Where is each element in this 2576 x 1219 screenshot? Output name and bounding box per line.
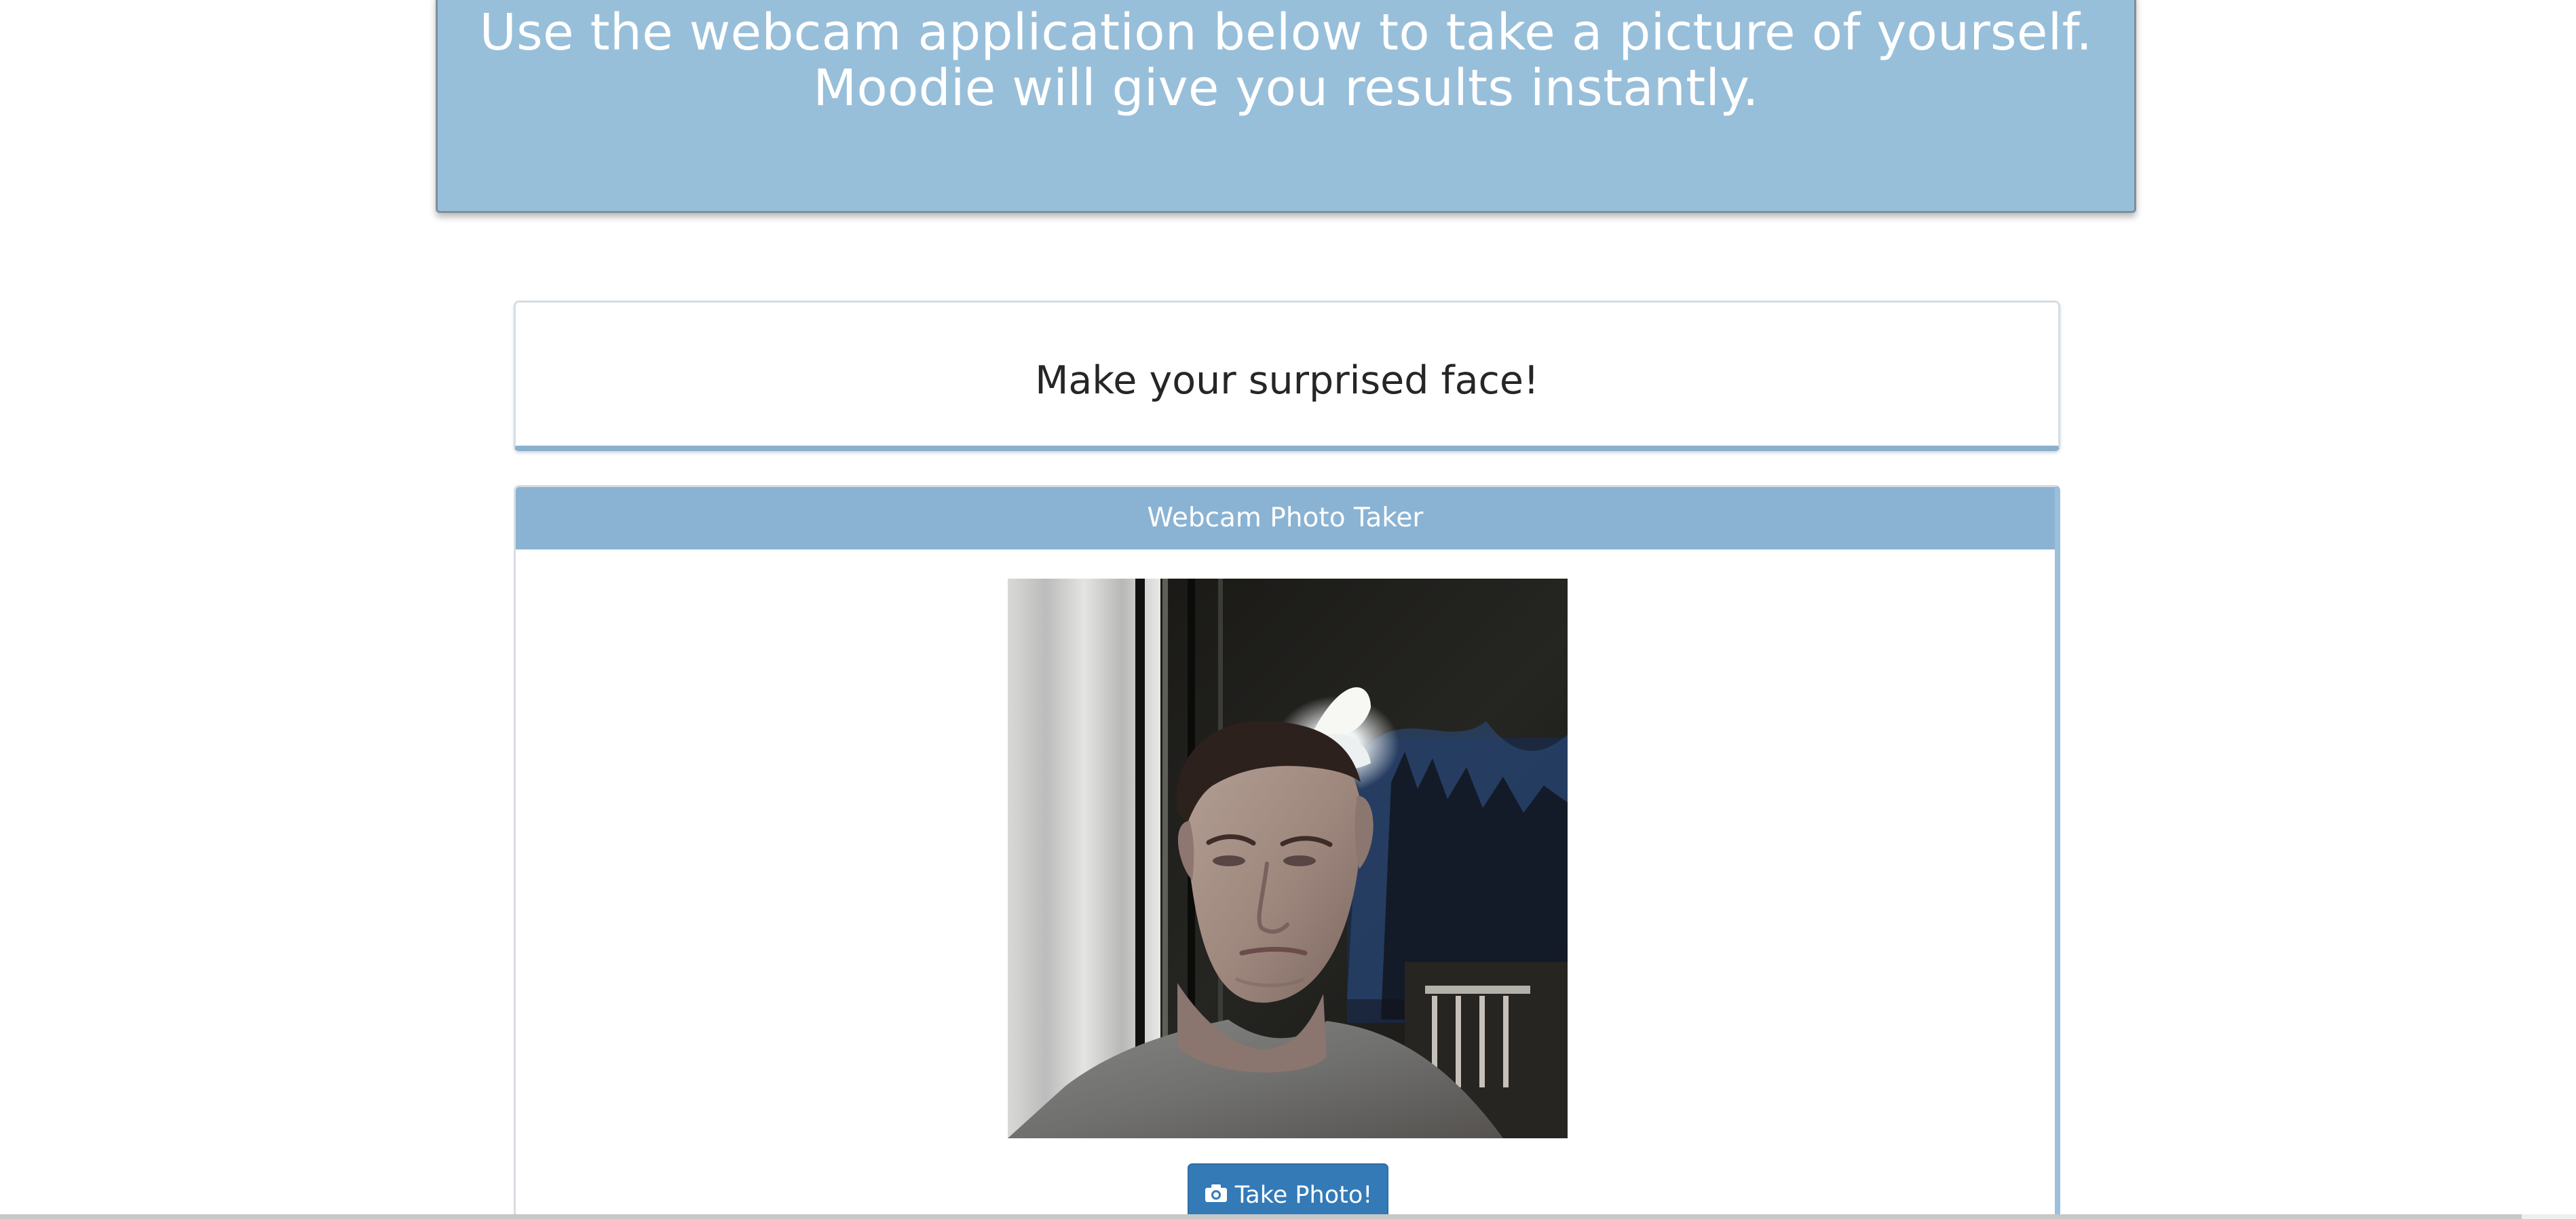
instruction-text: Use the webcam application below to take… — [479, 3, 2093, 117]
webcam-photo-panel: Webcam Photo Taker Take Photo! — [514, 485, 2060, 1219]
take-photo-button[interactable]: Take Photo! — [1188, 1163, 1388, 1219]
webcam-preview — [1008, 579, 1568, 1138]
instruction-banner: Use the webcam application below to take… — [436, 0, 2136, 213]
take-photo-label: Take Photo! — [1234, 1182, 1373, 1209]
horizontal-scrollbar[interactable] — [0, 1214, 2522, 1219]
page: Use the webcam application below to take… — [0, 0, 2576, 1219]
webcam-panel-title: Webcam Photo Taker — [516, 487, 2055, 549]
webcam-preview-image — [1008, 579, 1568, 1138]
emotion-prompt-card: Make your surprised face! — [514, 301, 2060, 451]
scrollbar-track[interactable] — [2522, 1214, 2576, 1219]
camera-icon — [1204, 1165, 1228, 1219]
emotion-prompt-text: Make your surprised face! — [1035, 358, 1539, 403]
